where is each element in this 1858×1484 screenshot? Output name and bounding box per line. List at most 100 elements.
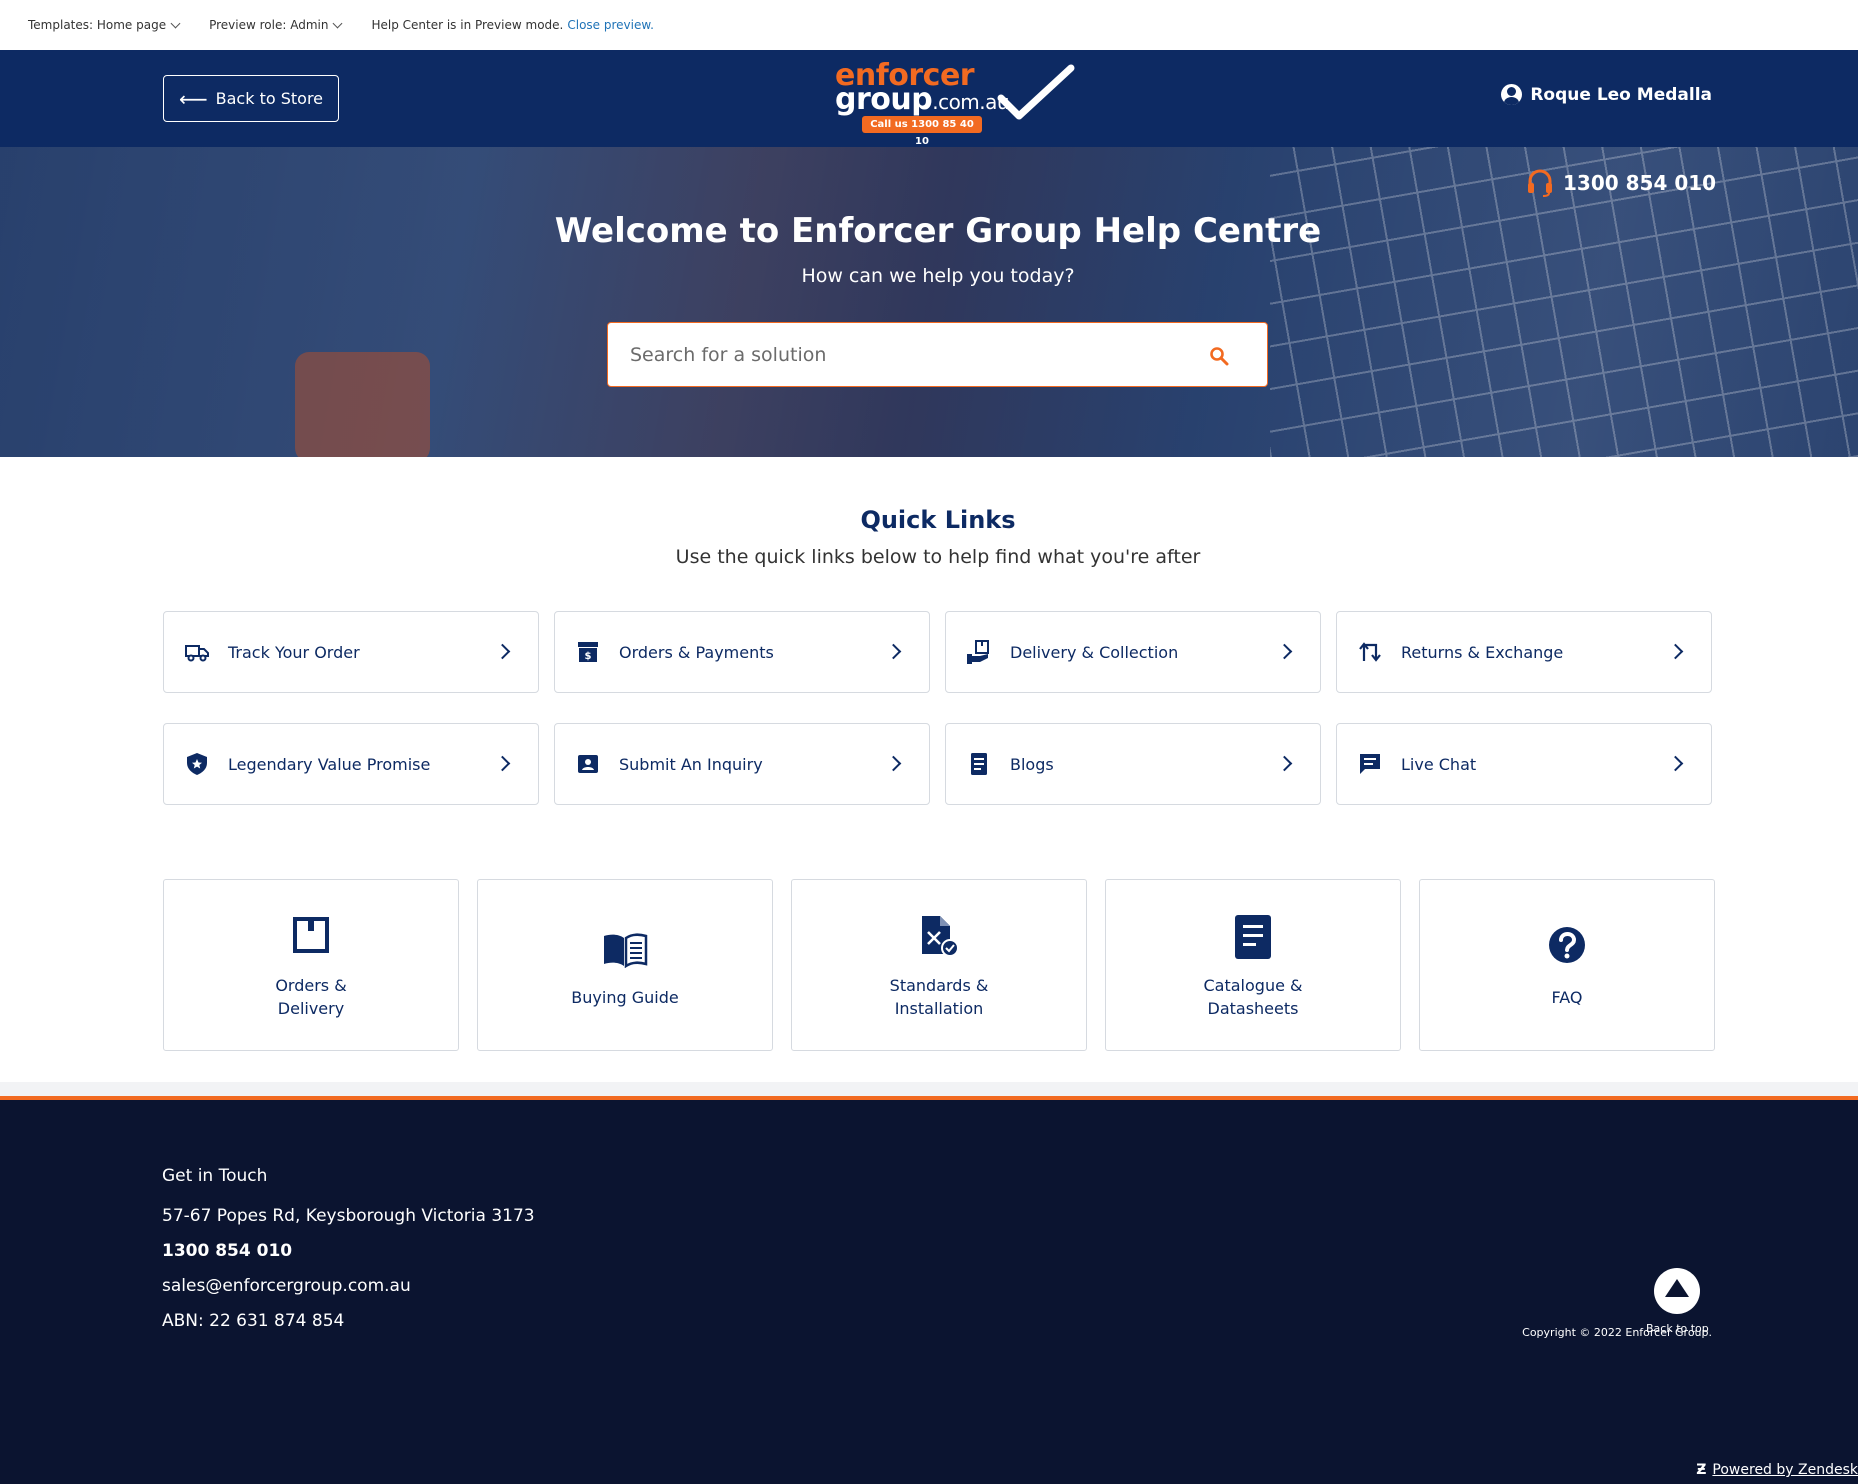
site-footer: Get in Touch 57-67 Popes Rd, Keysborough… — [0, 1096, 1858, 1484]
logo-group-text: group — [835, 82, 933, 117]
quick-link-label: Blogs — [1010, 754, 1054, 774]
search-box — [607, 322, 1268, 387]
powered-by-zendesk: Ƶ Powered by Zendesk — [1696, 1462, 1858, 1478]
chevron-down-icon — [333, 18, 343, 28]
hero-title: Welcome to Enforcer Group Help Centre — [554, 211, 1322, 251]
footer-abn: ABN: 22 631 874 854 — [162, 1311, 345, 1331]
category-label: Catalogue & Datasheets — [1146, 974, 1360, 1020]
quick-link-returns-exchange[interactable]: Returns & Exchange — [1336, 611, 1712, 693]
hero-banner: 1300 854 010 Welcome to Enforcer Group H… — [0, 147, 1858, 457]
chevron-right-icon — [885, 643, 902, 660]
footer-email[interactable]: sales@enforcergroup.com.au — [162, 1276, 411, 1296]
quick-link-delivery-collection[interactable]: Delivery & Collection — [945, 611, 1321, 693]
datasheet-icon — [1106, 915, 1400, 959]
svg-text:$: $ — [585, 651, 592, 662]
quick-link-blogs[interactable]: Blogs — [945, 723, 1321, 805]
hero-phone-number: 1300 854 010 — [1563, 171, 1717, 195]
hero-phone[interactable]: 1300 854 010 — [1527, 169, 1716, 197]
search-icon[interactable] — [1209, 346, 1229, 366]
copyright: Copyright © 2022 Enforcer Group. — [1522, 1326, 1712, 1339]
chevron-right-icon — [1276, 643, 1293, 660]
footer-separator — [0, 1082, 1858, 1096]
category-label-line1: Catalogue & — [1203, 976, 1303, 995]
category-label-line2: Delivery — [277, 999, 345, 1018]
category-label-line2: Datasheets — [1207, 999, 1299, 1018]
back-to-store-button[interactable]: ⟵ Back to Store — [163, 75, 339, 122]
search-input[interactable] — [630, 343, 1190, 366]
chevron-right-icon — [494, 643, 511, 660]
chevron-right-icon — [1276, 755, 1293, 772]
footer-heading: Get in Touch — [162, 1166, 268, 1186]
category-faq[interactable]: FAQ — [1419, 879, 1715, 1051]
headset-icon — [1528, 169, 1552, 197]
category-label: Standards & Installation — [832, 974, 1046, 1020]
question-icon — [1420, 926, 1714, 964]
archive-dollar-icon: $ — [575, 639, 601, 665]
truck-icon — [184, 639, 210, 665]
shield-star-icon — [184, 751, 210, 777]
contact-card-icon — [575, 751, 601, 777]
hero-subtitle: How can we help you today? — [801, 265, 1075, 287]
chevron-right-icon — [494, 755, 511, 772]
user-menu[interactable]: Roque Leo Medalla — [1501, 84, 1712, 105]
quick-link-label: Track Your Order — [228, 642, 360, 662]
quick-link-legendary-value[interactable]: Legendary Value Promise — [163, 723, 539, 805]
category-standards-installation[interactable]: Standards & Installation — [791, 879, 1087, 1051]
category-label: FAQ — [1460, 986, 1674, 1009]
chat-icon — [1357, 751, 1383, 777]
category-label-line1: Buying Guide — [571, 988, 679, 1007]
zendesk-logo-icon: Ƶ — [1696, 1462, 1707, 1478]
chevron-right-icon — [1667, 755, 1684, 772]
quick-link-label: Submit An Inquiry — [619, 754, 763, 774]
box-icon — [164, 916, 458, 954]
quick-link-label: Returns & Exchange — [1401, 642, 1564, 662]
category-catalogue-datasheets[interactable]: Catalogue & Datasheets — [1105, 879, 1401, 1051]
quick-link-orders-payments[interactable]: $ Orders & Payments — [554, 611, 930, 693]
category-orders-delivery[interactable]: Orders & Delivery — [163, 879, 459, 1051]
category-label: Orders & Delivery — [204, 974, 418, 1020]
quick-link-label: Legendary Value Promise — [228, 754, 431, 774]
footer-phone[interactable]: 1300 854 010 — [162, 1241, 292, 1261]
quick-link-submit-inquiry[interactable]: Submit An Inquiry — [554, 723, 930, 805]
open-book-icon — [478, 932, 772, 968]
quick-link-track-order[interactable]: Track Your Order — [163, 611, 539, 693]
category-label-line1: Standards & — [889, 976, 989, 995]
arrow-up-icon[interactable] — [1654, 1268, 1700, 1314]
checkmark-icon — [997, 64, 1075, 120]
site-header: ⟵ Back to Store enforcer group.com.au Ca… — [0, 50, 1858, 147]
back-to-top[interactable]: Back to top — [1646, 1268, 1709, 1335]
category-label-line1: Orders & — [275, 976, 347, 995]
preview-role-label: Preview role: Admin — [209, 18, 329, 32]
preview-mode-notice: Help Center is in Preview mode. Close pr… — [371, 18, 653, 32]
footer-address: 57-67 Popes Rd, Keysborough Victoria 317… — [162, 1206, 535, 1226]
close-preview-link[interactable]: Close preview. — [567, 18, 654, 32]
preview-mode-text: Help Center is in Preview mode. — [371, 18, 564, 32]
user-name: Roque Leo Medalla — [1530, 84, 1712, 105]
preview-bar: Templates: Home page Preview role: Admin… — [0, 0, 1858, 50]
category-label-line1: FAQ — [1551, 988, 1583, 1007]
powered-by-zendesk-link[interactable]: Powered by Zendesk — [1712, 1462, 1858, 1478]
hero-background-object — [295, 352, 430, 457]
chevron-right-icon — [885, 755, 902, 772]
back-to-store-label: Back to Store — [215, 89, 324, 108]
logo-call-badge: Call us 1300 85 40 10 — [862, 116, 982, 147]
chevron-down-icon — [170, 18, 181, 28]
tools-document-icon — [792, 914, 1086, 958]
arrow-left-icon: ⟵ — [178, 86, 208, 111]
chevron-right-icon — [1667, 643, 1684, 660]
quick-link-label: Live Chat — [1401, 754, 1477, 774]
preview-role-dropdown[interactable]: Preview role: Admin — [209, 18, 343, 32]
templates-dropdown[interactable]: Templates: Home page — [28, 18, 181, 32]
enforcer-logo[interactable]: enforcer group.com.au Call us 1300 85 40… — [832, 58, 1082, 147]
logo-word-group: group.com.au — [835, 82, 1010, 117]
quick-link-label: Delivery & Collection — [1010, 642, 1179, 662]
quick-links-title: Quick Links — [860, 506, 1016, 534]
category-buying-guide[interactable]: Buying Guide — [477, 879, 773, 1051]
quick-link-label: Orders & Payments — [619, 642, 774, 662]
hand-box-icon — [966, 639, 992, 665]
category-label-line2: Installation — [894, 999, 984, 1018]
category-label: Buying Guide — [518, 986, 732, 1009]
user-avatar-icon — [1501, 84, 1523, 105]
quick-links-subtitle: Use the quick links below to help find w… — [675, 546, 1201, 568]
quick-link-live-chat[interactable]: Live Chat — [1336, 723, 1712, 805]
